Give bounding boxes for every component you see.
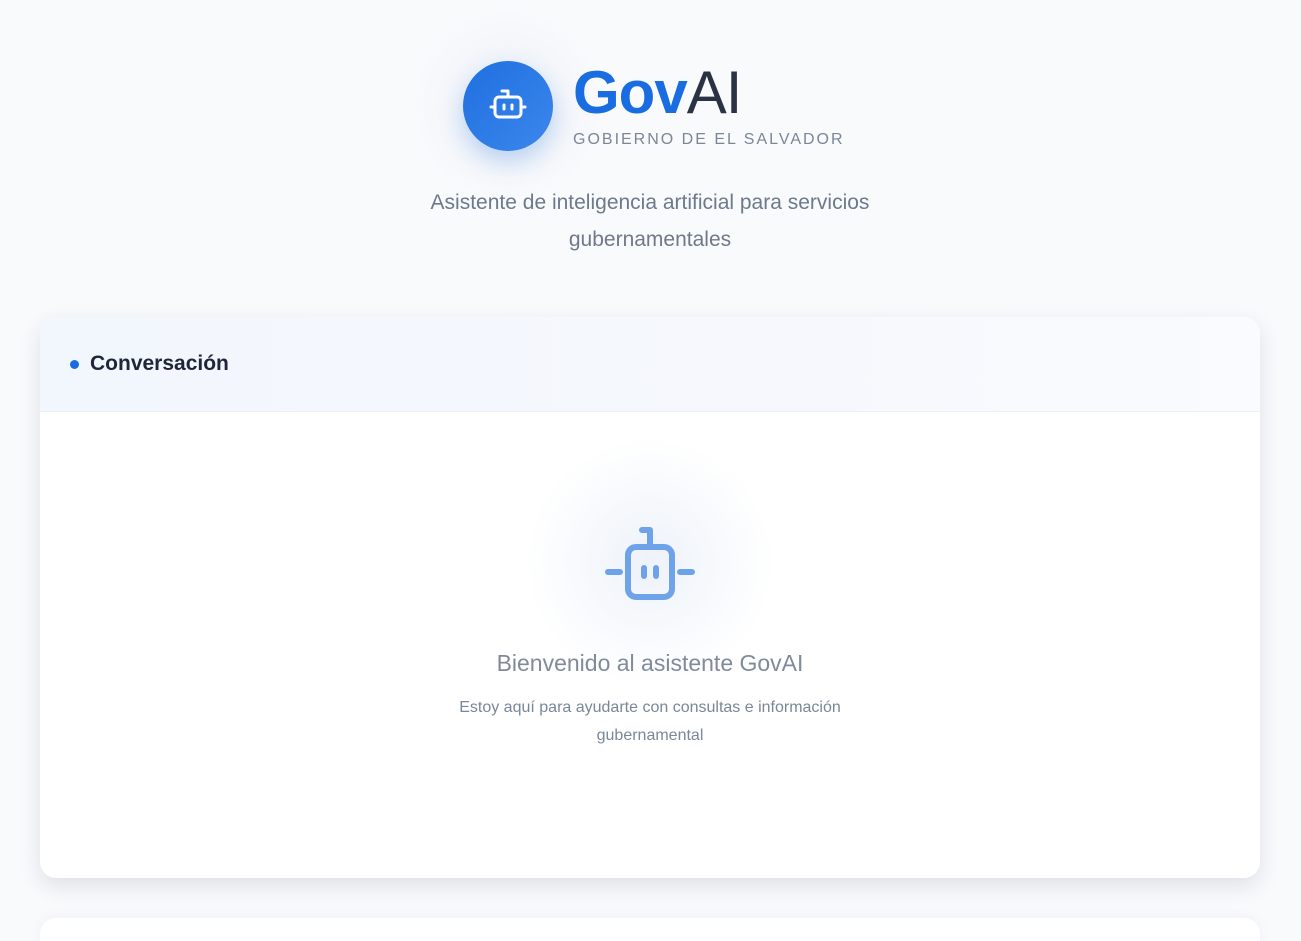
input-panel — [40, 918, 1260, 941]
conversation-header: Conversación — [40, 317, 1260, 412]
tagline: Asistente de inteligencia artificial par… — [430, 191, 870, 251]
robot-icon — [605, 527, 695, 600]
brand-subtitle: GOBIERNO DE EL SALVADOR — [573, 131, 845, 148]
brand-wordmark: GovAI — [573, 58, 743, 128]
conversation-title: Conversación — [90, 352, 229, 375]
robot-icon — [489, 89, 527, 119]
brand-ai: AI — [686, 59, 743, 126]
empty-state-title: Bienvenido al asistente GovAI — [496, 650, 804, 676]
empty-state-text: Estoy aquí para ayudarte con consultas e… — [459, 699, 841, 744]
app-header: GovAI GOBIERNO DE EL SALVADOR Asistente … — [0, 0, 1301, 300]
brand-gov: Gov — [573, 59, 688, 126]
status-dot — [70, 360, 79, 369]
logo-badge — [463, 61, 553, 151]
conversation-panel: Conversación Bienvenido al asistente Gov… — [40, 317, 1260, 878]
